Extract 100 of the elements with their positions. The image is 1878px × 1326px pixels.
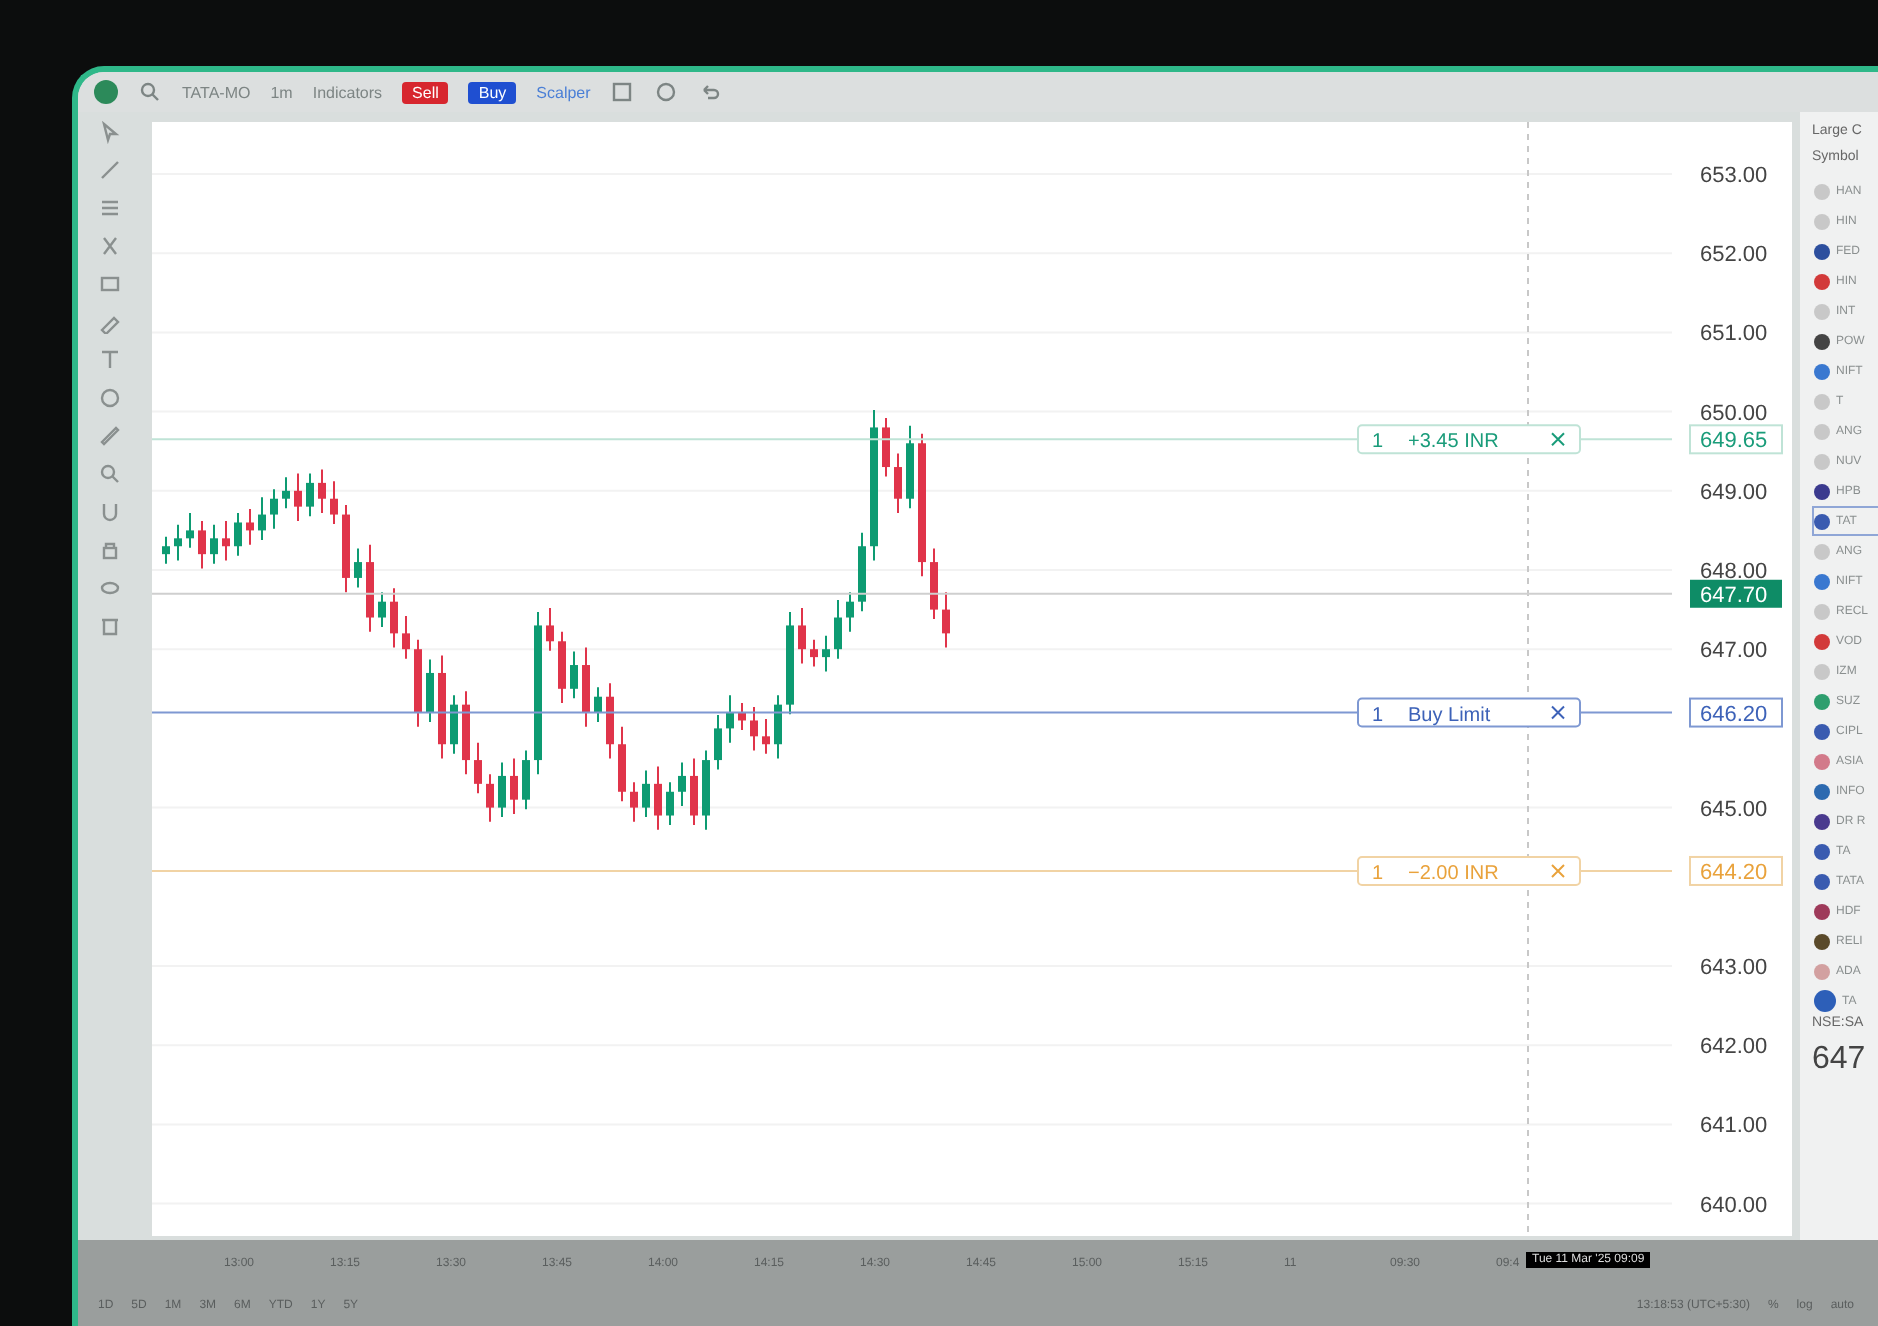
price-axis-label: 649.00 (1700, 480, 1768, 505)
price-axis-label: 653.00 (1700, 164, 1768, 188)
candlestick (162, 535, 170, 565)
candlestick (810, 638, 818, 668)
candlestick (402, 614, 410, 660)
candlestick (582, 646, 590, 728)
line-icon[interactable] (98, 158, 122, 182)
close-icon[interactable] (1551, 432, 1565, 447)
scissors-icon[interactable] (98, 234, 122, 258)
candlestick (438, 654, 446, 760)
candlestick (510, 757, 518, 815)
candlestick (882, 416, 890, 478)
candlestick (846, 591, 854, 633)
candlestick (282, 476, 290, 510)
candlestick (306, 472, 314, 518)
price-axis-label: 648.00 (1700, 560, 1768, 584)
lines-icon[interactable] (98, 196, 122, 220)
candlestick (606, 682, 614, 760)
candlestick (594, 686, 602, 724)
scalper-button[interactable]: Scalper (536, 83, 591, 101)
candlestick (690, 757, 698, 826)
candlestick (474, 741, 482, 795)
rectangle-icon[interactable] (98, 272, 122, 296)
candlestick (294, 472, 302, 522)
price-axis-label: 643.00 (1700, 956, 1768, 980)
candlestick (366, 543, 374, 633)
candlestick (210, 523, 218, 565)
candlestick (546, 607, 554, 652)
circle-icon[interactable] (654, 80, 679, 104)
magnet-icon[interactable] (98, 500, 122, 524)
close-icon[interactable] (1551, 705, 1565, 720)
candlestick (630, 781, 638, 823)
interval-button[interactable]: 1m (270, 83, 293, 101)
candlestick (330, 480, 338, 526)
candlestick (462, 690, 470, 776)
candlestick (822, 634, 830, 673)
price-axis-label: 640.00 (1700, 1193, 1768, 1218)
order-line-label[interactable]: 1 +3.45 INR (1357, 424, 1581, 455)
candlestick (726, 694, 734, 744)
candlestick (186, 512, 194, 549)
candlestick (222, 519, 230, 562)
price-axis-label: 650.00 (1700, 401, 1768, 426)
candlestick (750, 706, 758, 752)
candlestick (678, 761, 686, 807)
candlestick (270, 488, 278, 530)
candlestick (414, 638, 422, 728)
candlestick (774, 694, 782, 760)
candlestick (342, 504, 350, 594)
candlestick (198, 519, 206, 570)
app-logo[interactable] (94, 80, 118, 104)
candlestick (426, 658, 434, 724)
candlestick (450, 694, 458, 755)
search-icon[interactable] (138, 80, 162, 104)
undo-icon[interactable] (698, 80, 723, 104)
sell-button[interactable]: Sell (402, 81, 449, 103)
candlestick (174, 523, 182, 562)
zoom-icon[interactable] (98, 462, 122, 486)
candlestick (798, 607, 806, 665)
candlestick (666, 781, 674, 826)
candlestick (486, 773, 494, 823)
candlestick (522, 749, 530, 811)
candlestick (858, 531, 866, 613)
indicators-button[interactable]: Indicators (312, 83, 383, 101)
candlestick (498, 761, 506, 819)
candlestick (570, 650, 578, 700)
square-icon[interactable] (610, 80, 635, 104)
candlestick (318, 468, 326, 514)
price-axis-label: 642.00 (1700, 1035, 1768, 1060)
candlestick (618, 725, 626, 803)
candlestick (906, 424, 914, 510)
order-line-label[interactable]: 1 −2.00 INR (1357, 855, 1581, 886)
price-axis-label: 641.00 (1700, 1114, 1768, 1139)
candlestick (786, 611, 794, 716)
candlestick (558, 630, 566, 705)
order-line-label[interactable]: 1 Buy Limit (1357, 697, 1581, 728)
candlestick (234, 512, 242, 557)
text-icon[interactable] (98, 348, 122, 372)
candlestick (378, 591, 386, 628)
price-axis-label: 645.00 (1700, 797, 1768, 822)
lock-icon[interactable] (98, 538, 122, 562)
buy-button[interactable]: Buy (468, 81, 517, 103)
candlestick (930, 547, 938, 621)
candlestick (246, 508, 254, 546)
candlestick (390, 587, 398, 649)
order-price-tag: 646.20 (1689, 697, 1783, 728)
order-price-tag: 644.20 (1689, 855, 1783, 886)
eye-icon[interactable] (98, 576, 122, 600)
candlestick (702, 749, 710, 831)
candlestick (762, 717, 770, 755)
price-axis-label: 652.00 (1700, 243, 1768, 268)
current-price-tag: 647.70 (1690, 579, 1782, 608)
symbol-search[interactable]: TATA-MO (182, 83, 251, 101)
order-price-tag: 649.65 (1689, 424, 1783, 455)
candlestick (894, 452, 902, 514)
cursor-icon[interactable] (98, 120, 122, 144)
candlestick (258, 496, 266, 541)
ruler-icon[interactable] (98, 424, 122, 448)
price-axis-label: 651.00 (1700, 322, 1768, 347)
candlestick (714, 713, 722, 771)
trash-icon[interactable] (98, 614, 122, 638)
